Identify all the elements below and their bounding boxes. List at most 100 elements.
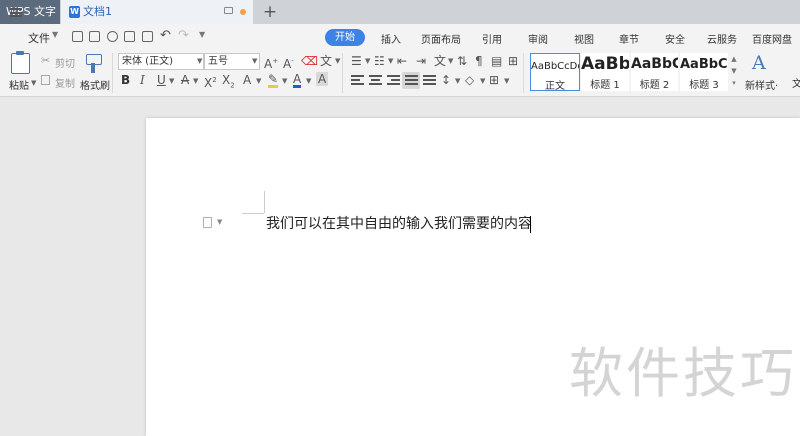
redo-icon[interactable]: ↷ <box>178 28 189 43</box>
document-tab[interactable]: W 文档1 <box>61 0 253 24</box>
character-shading-icon[interactable]: A <box>316 72 329 86</box>
align-right-icon[interactable] <box>387 75 400 86</box>
chevron-down-icon[interactable]: ▼ <box>252 57 257 65</box>
chevron-down-icon[interactable]: ▼ <box>388 57 393 65</box>
style-preview: AaBbC <box>631 56 678 72</box>
chinese-layout-icon[interactable]: 文 <box>434 54 446 68</box>
chevron-down-icon[interactable]: ▼ <box>448 57 453 65</box>
quick-access-more-icon[interactable]: ▼ <box>199 30 205 39</box>
format-painter-icon[interactable] <box>86 54 102 74</box>
open-icon[interactable] <box>72 31 83 42</box>
divider <box>523 53 524 93</box>
chevron-down-icon[interactable]: ▼ <box>256 77 261 85</box>
chevron-down-icon[interactable]: ▼ <box>52 30 58 39</box>
chevron-down-icon[interactable]: ▼ <box>730 65 738 77</box>
file-menu[interactable]: 文件 <box>28 30 50 46</box>
grow-font-icon[interactable]: A+ <box>264 54 278 71</box>
chevron-down-icon[interactable]: ▼ <box>282 77 287 85</box>
style-heading-1[interactable]: AaBb 标题 1 <box>581 53 629 91</box>
chevron-down-icon[interactable]: ▼ <box>480 77 485 85</box>
chevron-down-icon[interactable]: ▼ <box>365 57 370 65</box>
superscript-icon[interactable]: X2 <box>204 73 217 90</box>
paste-button[interactable]: 粘贴 <box>9 77 29 92</box>
increase-indent-icon[interactable]: ⇥ <box>416 54 426 68</box>
print-preview-icon[interactable] <box>142 31 153 42</box>
chevron-down-icon[interactable]: ▼ <box>335 57 340 65</box>
text-effect-icon[interactable]: A <box>243 73 251 87</box>
bullet-list-icon[interactable]: ☰ <box>351 54 362 68</box>
undo-icon[interactable]: ↶ <box>160 28 171 43</box>
chevron-up-icon[interactable]: ▲ <box>730 53 738 65</box>
chevron-down-icon[interactable]: ▼ <box>197 57 202 65</box>
gallery-more-icon[interactable]: ▾ <box>730 77 738 89</box>
distributed-align-icon[interactable] <box>423 75 436 86</box>
shading-icon[interactable]: ◇ <box>465 73 474 87</box>
chevron-down-icon[interactable]: ▼ <box>217 218 222 226</box>
print-icon[interactable] <box>124 31 135 42</box>
font-name-select[interactable]: 宋体 (正文) <box>118 53 204 70</box>
align-center-icon[interactable] <box>369 75 382 86</box>
copy-button[interactable]: 复制 <box>55 75 75 90</box>
save-icon[interactable] <box>89 31 100 42</box>
text-tools-button[interactable]: 文 <box>792 75 800 90</box>
phonetic-guide-icon[interactable]: 文 <box>320 54 332 68</box>
monitor-icon[interactable] <box>224 7 233 14</box>
style-preview: AaBb <box>581 54 629 74</box>
highlight-icon[interactable]: ✎ <box>268 73 279 88</box>
copy-icon[interactable] <box>41 75 50 85</box>
tab-view[interactable]: 视图 <box>574 31 594 46</box>
style-label: 标题 2 <box>639 80 670 91</box>
chevron-down-icon[interactable]: ▼ <box>455 77 460 85</box>
tab-cloud-service[interactable]: 云服务 <box>707 31 737 46</box>
shrink-font-icon[interactable]: A- <box>283 54 294 71</box>
paste-icon[interactable] <box>11 51 30 74</box>
tab-page-layout[interactable]: 页面布局 <box>421 31 461 46</box>
numbered-list-icon[interactable]: ☷ <box>374 54 385 68</box>
sort-icon[interactable]: ⇅ <box>457 54 467 68</box>
tab-insert[interactable]: 插入 <box>381 31 401 46</box>
clear-format-icon[interactable]: ⌫ <box>301 54 318 68</box>
style-normal[interactable]: AaBbCcDd 正文 <box>530 53 580 92</box>
app-tab-wps[interactable]: WPS 文字 <box>0 0 60 24</box>
underline-icon[interactable]: U <box>157 73 166 87</box>
tab-home[interactable]: 开始 <box>325 29 365 46</box>
font-color-icon[interactable]: A <box>293 73 302 88</box>
tab-security[interactable]: 安全 <box>665 31 685 46</box>
align-left-icon[interactable] <box>351 75 364 86</box>
border-icon[interactable]: ⊞ <box>489 73 499 87</box>
tab-baidu-netdisk[interactable]: 百度网盘 <box>752 31 792 46</box>
line-spacing-icon[interactable]: ↕ <box>441 73 451 87</box>
chevron-down-icon[interactable]: ▼ <box>169 77 174 85</box>
show-marks-icon[interactable]: ¶ <box>475 54 483 68</box>
borders-icon[interactable]: ⊞ <box>508 54 518 68</box>
paragraph-layout-icon[interactable] <box>203 217 212 228</box>
subscript-icon[interactable]: X2 <box>222 73 235 92</box>
style-heading-3[interactable]: AaBbCc 标题 3 <box>680 53 728 91</box>
cut-button[interactable]: 剪切 <box>55 55 75 70</box>
table-of-contents-icon[interactable]: ▤ <box>491 54 502 68</box>
document-body-text[interactable]: 我们可以在其中自由的输入我们需要的内容 <box>266 214 532 234</box>
export-pdf-icon[interactable] <box>107 31 118 42</box>
style-gallery-scroll[interactable]: ▲ ▼ ▾ <box>730 53 738 91</box>
style-heading-2[interactable]: AaBbC 标题 2 <box>631 53 678 91</box>
unsaved-dot-icon <box>240 9 246 15</box>
align-justify-icon[interactable] <box>405 75 418 86</box>
italic-icon[interactable]: I <box>140 73 145 87</box>
tab-review[interactable]: 审阅 <box>528 31 548 46</box>
chevron-down-icon[interactable]: ▼ <box>306 77 311 85</box>
chevron-down-icon[interactable]: ▼ <box>193 77 198 85</box>
new-style-button[interactable]: 新样式· <box>745 77 778 92</box>
bold-icon[interactable]: B <box>121 73 130 87</box>
new-style-icon[interactable]: A <box>752 52 766 74</box>
new-tab-button[interactable]: + <box>262 1 278 23</box>
margin-corner-mark <box>264 191 265 213</box>
decrease-indent-icon[interactable]: ⇤ <box>397 54 407 68</box>
chevron-down-icon[interactable]: ▼ <box>504 77 509 85</box>
cut-icon[interactable]: ✂ <box>41 54 50 67</box>
format-painter-button[interactable]: 格式刷 <box>80 77 110 92</box>
tab-chapter[interactable]: 章节 <box>619 31 639 46</box>
strikethrough-icon[interactable]: A <box>181 73 189 87</box>
paste-options-icon[interactable]: ▼ <box>31 79 36 87</box>
menu-icon[interactable] <box>10 8 22 17</box>
tab-references[interactable]: 引用 <box>482 31 502 46</box>
